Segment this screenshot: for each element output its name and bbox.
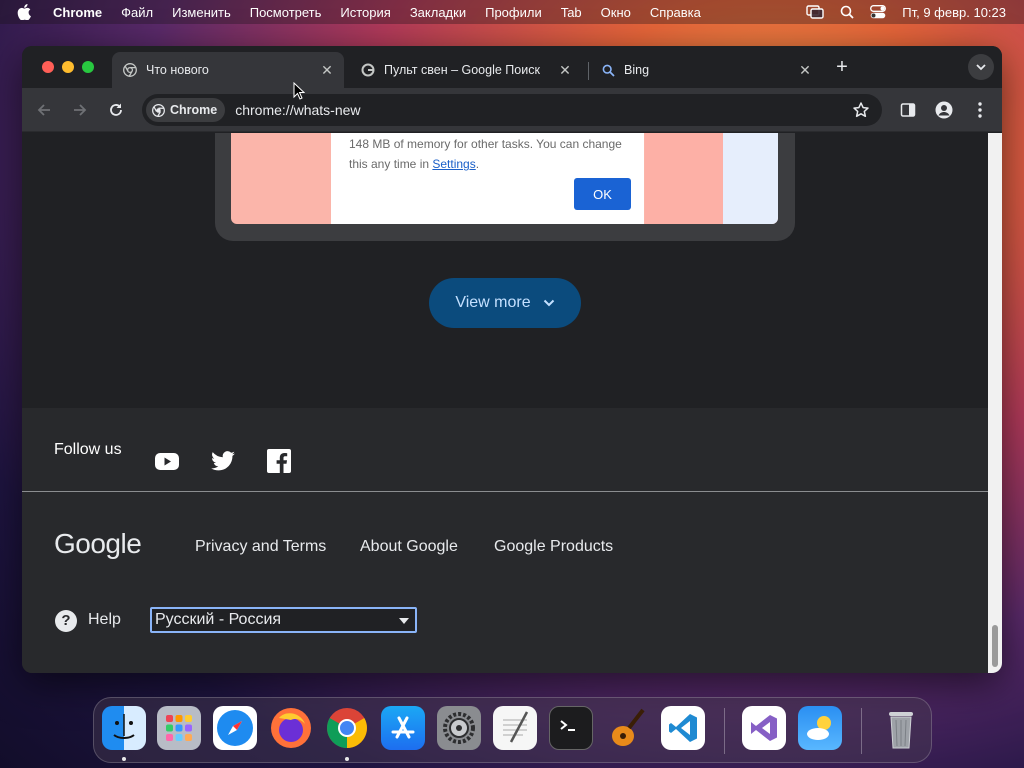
site-info-chip[interactable]: Chrome [146,98,226,122]
new-tab-plus-icon[interactable]: + [832,57,852,78]
visual-studio-icon[interactable] [742,706,786,750]
screen-mirroring-icon[interactable] [806,5,824,19]
menu-app-name[interactable]: Chrome [53,5,102,20]
apple-icon[interactable] [17,4,39,20]
running-indicator [122,757,126,761]
url-text[interactable]: chrome://whats-new [235,102,360,118]
reload-icon[interactable] [106,100,126,120]
facebook-icon[interactable] [266,448,292,474]
page-content: 148 MB of memory for other tasks. You ca… [22,133,988,673]
settings-link[interactable]: Settings [432,157,475,171]
chip-label: Chrome [170,103,218,117]
google-products-link[interactable]: Google Products [494,538,613,556]
dock-separator [724,708,725,754]
textedit-icon[interactable] [493,706,537,750]
help-question-icon[interactable]: ? [55,610,77,632]
side-panel-icon[interactable] [898,100,918,120]
google-favicon-icon [360,62,376,78]
menu-help[interactable]: Справка [650,5,701,20]
ok-button[interactable]: OK [574,178,631,210]
app-store-icon[interactable] [381,706,425,750]
profile-avatar-icon[interactable] [934,100,954,120]
footer-divider [22,491,988,492]
firefox-icon[interactable] [269,706,313,750]
weather-icon[interactable] [798,706,842,750]
search-favicon-icon [600,62,616,78]
system-settings-icon[interactable] [437,706,481,750]
follow-us-label: Follow us [54,441,122,458]
running-indicator [345,757,349,761]
window-close-button[interactable] [42,61,54,73]
memory-dialog: 148 MB of memory for other tasks. You ca… [331,133,644,224]
garageband-icon[interactable] [605,706,649,750]
menu-bar: Chrome Файл Изменить Посмотреть История … [0,0,1024,24]
language-select[interactable]: Русский - Россия [150,607,417,633]
menu-file[interactable]: Файл [121,5,153,20]
control-center-icon[interactable] [870,5,887,19]
mouse-cursor-icon [293,82,305,100]
tab-strip: Что нового ✕ Пульт свен – Google Поиск ✕… [22,46,1002,88]
back-arrow-icon[interactable] [34,100,54,120]
device-illustration: 148 MB of memory for other tasks. You ca… [215,133,795,241]
safari-icon[interactable] [213,706,257,750]
browser-window: Что нового ✕ Пульт свен – Google Поиск ✕… [22,46,1002,673]
google-logo[interactable]: Google [54,528,142,560]
twitter-icon[interactable] [210,448,236,474]
view-more-label: View more [455,294,531,311]
tab-title: Bing [624,63,650,77]
dock-separator [861,708,862,754]
menu-window[interactable]: Окно [601,5,631,20]
page-scrollbar[interactable] [988,133,1002,673]
menu-profiles[interactable]: Профили [485,5,542,20]
bookmark-star-icon[interactable] [852,101,870,119]
vscode-icon[interactable] [661,706,705,750]
forward-arrow-icon[interactable] [70,100,90,120]
tab-title: Что нового [146,63,209,77]
language-selected-value: Русский - Россия [155,611,282,628]
tab-separator [588,62,589,80]
window-maximize-button[interactable] [82,61,94,73]
more-menu-icon[interactable] [970,100,990,120]
chrome-app-icon[interactable] [325,706,369,750]
menu-edit[interactable]: Изменить [172,5,231,20]
finder-icon[interactable] [102,706,146,750]
trash-icon[interactable] [879,706,923,750]
page-footer: Follow us Google Privacy and Terms About… [22,408,988,673]
dialog-text: 148 MB of memory for other tasks. You ca… [349,137,622,171]
chevron-down-icon [543,299,554,307]
youtube-icon[interactable] [154,448,180,474]
tab-whats-new[interactable]: Что нового ✕ [112,52,344,88]
launchpad-icon[interactable] [157,706,201,750]
scrollbar-thumb[interactable] [992,625,998,667]
tab-bing[interactable]: Bing ✕ [590,52,822,88]
tab-title: Пульт свен – Google Поиск [384,63,540,77]
chrome-favicon-icon [122,62,138,78]
menu-history[interactable]: История [340,5,390,20]
menubar-clock[interactable]: Пт, 9 февр. 10:23 [902,5,1006,20]
dropdown-caret-icon [399,618,409,624]
tab-close-icon[interactable]: ✕ [798,63,812,77]
dock [93,697,932,763]
device-screen: 148 MB of memory for other tasks. You ca… [231,133,778,224]
tab-close-icon[interactable]: ✕ [558,63,572,77]
view-more-button[interactable]: View more [429,278,581,328]
window-minimize-button[interactable] [62,61,74,73]
privacy-terms-link[interactable]: Privacy and Terms [195,538,326,556]
spotlight-search-icon[interactable] [840,5,854,19]
about-google-link[interactable]: About Google [360,538,458,556]
address-bar[interactable]: Chrome chrome://whats-new [142,94,882,126]
help-link[interactable]: Help [88,611,121,629]
tab-search-chevron-icon[interactable] [968,54,994,80]
menu-tab[interactable]: Tab [561,5,582,20]
tab-close-icon[interactable]: ✕ [320,63,334,77]
menu-bookmarks[interactable]: Закладки [410,5,466,20]
tab-google-search[interactable]: Пульт свен – Google Поиск ✕ [350,52,582,88]
terminal-icon[interactable] [549,706,593,750]
browser-toolbar: Chrome chrome://whats-new [22,88,1002,132]
menu-view[interactable]: Посмотреть [250,5,322,20]
chrome-logo-icon [152,103,165,117]
